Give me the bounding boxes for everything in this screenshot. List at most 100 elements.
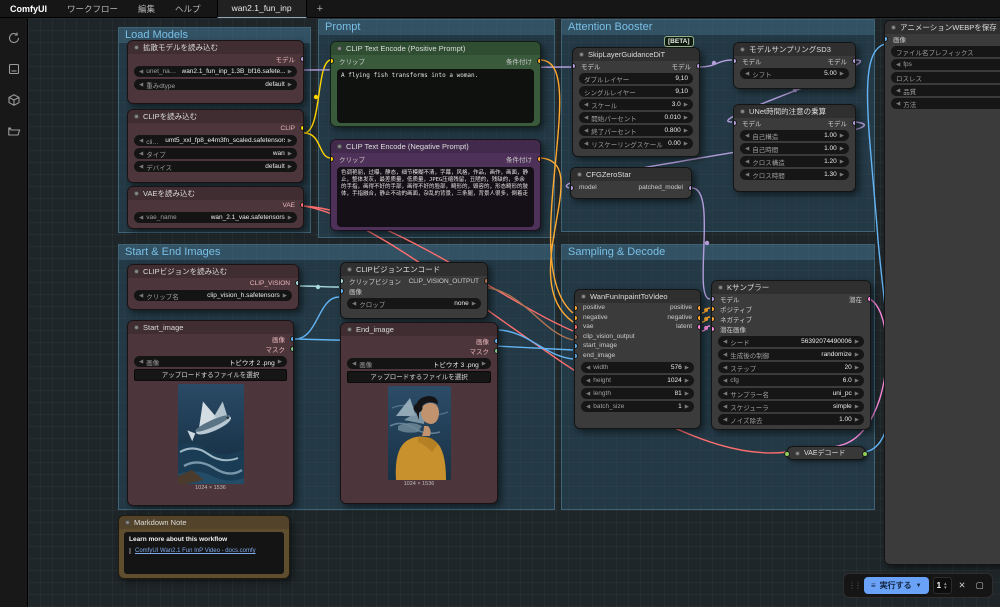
left-arrow-icon[interactable]: ◀ xyxy=(745,146,749,152)
node-load-clip[interactable]: CLIPを読み込む CLIP ◀ clip名 umt5_xxl_fp8_e4m3… xyxy=(127,109,304,183)
widget-weight-dtype[interactable]: ◀ 重みdtype default ▶ xyxy=(134,79,297,90)
left-arrow-icon[interactable]: ◀ xyxy=(139,151,143,157)
left-arrow-icon[interactable]: ◀ xyxy=(584,128,588,134)
widget-vae-name[interactable]: ◀ vae_name wan_2.1_vae.safetensors ▶ xyxy=(134,212,297,223)
collapse-dot[interactable] xyxy=(134,45,139,50)
widget-device[interactable]: ◀ デバイス default ▶ xyxy=(134,161,297,172)
input-port-collapsed[interactable] xyxy=(784,451,790,457)
widget-cross-temporal[interactable]: ◀ クロス時間 1.30 ▶ xyxy=(740,169,849,180)
right-arrow-icon[interactable]: ▶ xyxy=(288,151,292,157)
left-arrow-icon[interactable]: ◀ xyxy=(139,164,143,170)
collapse-dot[interactable] xyxy=(891,25,896,30)
input-port-image[interactable] xyxy=(340,288,344,294)
output-port-clip[interactable] xyxy=(300,125,304,131)
widget-fps[interactable]: ◀ fps xyxy=(891,59,1000,70)
left-arrow-icon[interactable]: ◀ xyxy=(586,391,590,397)
output-port-positive[interactable] xyxy=(697,305,701,311)
node-clip-text-encode-positive[interactable]: CLIP Text Encode (Positive Prompt) クリップ … xyxy=(330,41,541,127)
output-port-mask[interactable] xyxy=(290,346,294,352)
right-arrow-icon[interactable]: ▶ xyxy=(685,365,689,371)
node-save-animated-webp[interactable]: アニメーションWEBPを保存 画像 ファイル名プレフィックス ◀ fps ロスレ… xyxy=(884,20,1000,565)
stepper-arrows-icon[interactable]: ▲▼ xyxy=(943,582,947,590)
input-port-clip-vision[interactable] xyxy=(340,278,344,284)
left-arrow-icon[interactable]: ◀ xyxy=(352,361,356,367)
right-arrow-icon[interactable]: ▶ xyxy=(288,164,292,170)
widget-image-file[interactable]: ◀ 画像 トビウオ 2 .png ▶ xyxy=(134,356,287,367)
left-arrow-icon[interactable]: ◀ xyxy=(745,71,749,77)
right-arrow-icon[interactable]: ▶ xyxy=(283,293,287,299)
collapse-dot[interactable] xyxy=(134,269,139,274)
right-arrow-icon[interactable]: ▶ xyxy=(855,417,859,423)
model-library-icon[interactable] xyxy=(0,86,28,114)
left-arrow-icon[interactable]: ◀ xyxy=(723,378,727,384)
menu-edit[interactable]: 編集 xyxy=(128,3,165,15)
node-clip-vision-encode[interactable]: CLIPビジョンエンコード クリップビジョン CLIP_VISION_OUTPU… xyxy=(340,262,488,319)
widget-crop[interactable]: ◀ クロップ none ▶ xyxy=(347,298,481,309)
widget-double-layers[interactable]: ダブルレイヤー 9,10 xyxy=(579,73,693,84)
right-arrow-icon[interactable]: ▶ xyxy=(684,128,688,134)
output-port-clip-vision-output[interactable] xyxy=(484,278,488,284)
right-arrow-icon[interactable]: ▶ xyxy=(855,391,859,397)
node-unet-temporal-attention-multiply[interactable]: UNet時間的注意の乗算 モデル モデル ◀ 自己構造 1.00 ▶ ◀ 自己時… xyxy=(733,104,856,192)
widget-type[interactable]: ◀ タイプ wan ▶ xyxy=(134,148,297,159)
widget-batch-size[interactable]: ◀ batch_size 1 ▶ xyxy=(581,401,694,412)
output-port-patched-model[interactable] xyxy=(688,185,692,191)
right-arrow-icon[interactable]: ▶ xyxy=(288,138,292,144)
stop-icon[interactable]: ▢ xyxy=(973,580,987,591)
output-port-image[interactable] xyxy=(494,338,498,344)
batch-count-input[interactable]: 1 ▲▼ xyxy=(933,577,952,594)
left-arrow-icon[interactable]: ◀ xyxy=(139,82,143,88)
left-arrow-icon[interactable]: ◀ xyxy=(745,159,749,165)
widget-steps[interactable]: ◀ ステップ 20 ▶ xyxy=(718,362,864,373)
right-arrow-icon[interactable]: ▶ xyxy=(840,146,844,152)
left-arrow-icon[interactable]: ◀ xyxy=(723,352,727,358)
left-arrow-icon[interactable]: ◀ xyxy=(745,133,749,139)
right-arrow-icon[interactable]: ▶ xyxy=(685,391,689,397)
workflows-folder-icon[interactable] xyxy=(0,117,28,145)
collapse-dot[interactable] xyxy=(337,144,342,149)
right-arrow-icon[interactable]: ▶ xyxy=(840,71,844,77)
output-port-vae[interactable] xyxy=(300,202,304,208)
widget-self-structural[interactable]: ◀ 自己構造 1.00 ▶ xyxy=(740,130,849,141)
widget-height[interactable]: ◀ height 1024 ▶ xyxy=(581,375,694,386)
run-button[interactable]: ≡ 実行する ▼ xyxy=(864,577,929,594)
input-port-negative[interactable] xyxy=(574,315,578,321)
history-icon[interactable] xyxy=(0,24,28,52)
widget-rescaling-scale[interactable]: ◀ リスケーリングスケール 0.00 ▶ xyxy=(579,138,693,149)
right-arrow-icon[interactable]: ▶ xyxy=(684,141,688,147)
input-port-vae[interactable] xyxy=(574,324,578,330)
right-arrow-icon[interactable]: ▶ xyxy=(684,115,688,121)
input-port-negative[interactable] xyxy=(711,316,715,322)
right-arrow-icon[interactable]: ▶ xyxy=(840,159,844,165)
collapse-dot[interactable] xyxy=(347,267,352,272)
output-port-latent[interactable] xyxy=(697,324,701,330)
widget-filename-prefix[interactable]: ファイル名プレフィックス xyxy=(891,46,1000,57)
output-port-image[interactable] xyxy=(290,336,294,342)
menu-workflow[interactable]: ワークフロー xyxy=(57,3,128,15)
left-arrow-icon[interactable]: ◀ xyxy=(896,88,900,94)
left-arrow-icon[interactable]: ◀ xyxy=(139,293,143,299)
right-arrow-icon[interactable]: ▶ xyxy=(288,69,292,75)
right-arrow-icon[interactable]: ▶ xyxy=(685,378,689,384)
widget-lossless[interactable]: ロスレス xyxy=(891,72,1000,83)
widget-scale[interactable]: ◀ スケール 3.0 ▶ xyxy=(579,99,693,110)
collapse-dot[interactable] xyxy=(347,327,352,332)
widget-clip-name[interactable]: ◀ clip名 umt5_xxl_fp8_e4m3fn_scaled.safet… xyxy=(134,135,297,146)
collapse-dot[interactable] xyxy=(740,47,745,52)
collapse-dot[interactable] xyxy=(718,285,723,290)
input-port-positive[interactable] xyxy=(711,306,715,312)
right-arrow-icon[interactable]: ▶ xyxy=(855,365,859,371)
widget-width[interactable]: ◀ width 576 ▶ xyxy=(581,362,694,373)
widget-denoise[interactable]: ◀ ノイズ除去 1.00 ▶ xyxy=(718,414,864,425)
input-port-model[interactable] xyxy=(572,63,576,69)
output-port-model[interactable] xyxy=(300,56,304,62)
node-load-clip-vision[interactable]: CLIPビジョンを読み込む CLIP_VISION ◀ クリップ名 clip_v… xyxy=(127,264,299,310)
widget-control-after-generate[interactable]: ◀ 生成後の制御 randomize ▶ xyxy=(718,349,864,360)
output-port-model[interactable] xyxy=(852,58,856,64)
left-arrow-icon[interactable]: ◀ xyxy=(723,404,727,410)
input-port-clip[interactable] xyxy=(330,156,334,162)
input-port-clip[interactable] xyxy=(330,58,334,64)
widget-end-percent[interactable]: ◀ 終了パーセント 0.800 ▶ xyxy=(579,125,693,136)
collapse-dot[interactable] xyxy=(579,52,584,57)
node-start-image[interactable]: Start_image 画像 マスク ◀ 画像 トビウオ 2 .png ▶ アッ… xyxy=(127,320,294,506)
